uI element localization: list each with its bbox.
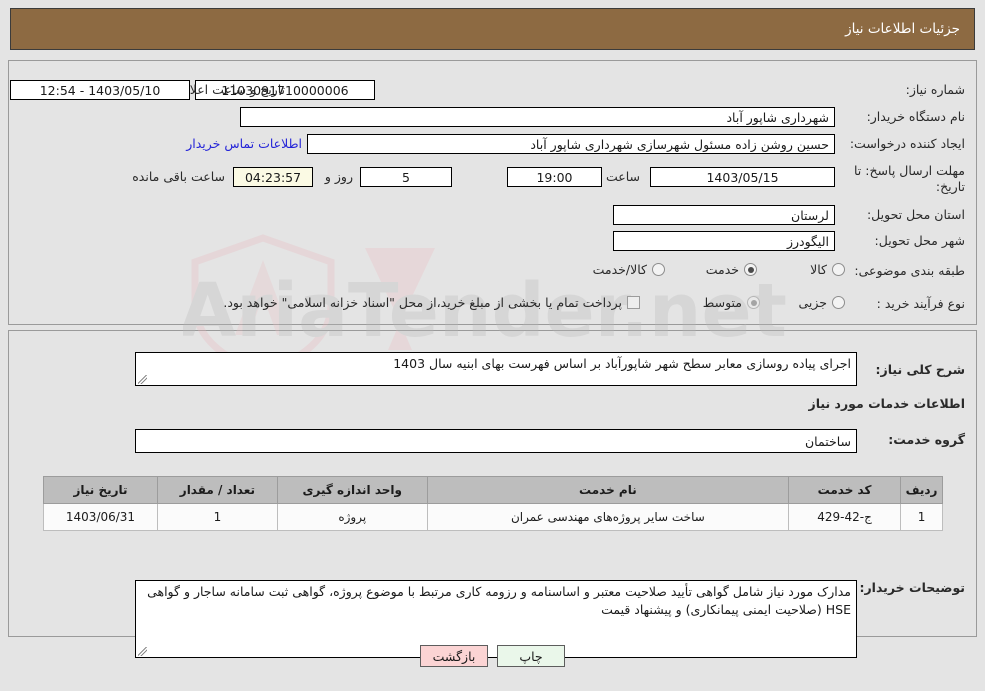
deadline-hour-label: ساعت xyxy=(605,169,640,184)
category-radio-kala-khedmat[interactable]: کالا/خدمت xyxy=(593,262,665,277)
cell-service-code: ج-42-429 xyxy=(788,503,902,531)
province-value: لرستان xyxy=(613,205,835,225)
radio-icon[interactable] xyxy=(832,296,845,309)
buyer-org-label: نام دستگاه خریدار: xyxy=(866,109,965,124)
process-radio-jozei[interactable]: جزیی xyxy=(798,295,845,310)
general-desc-textarea[interactable]: اجرای پیاده روسازی معابر سطح شهر شاپورآب… xyxy=(135,352,857,386)
buyer-org-value: شهرداری شاپور آباد xyxy=(240,107,835,127)
service-group-value[interactable]: ساختمان xyxy=(135,429,857,453)
radio-icon[interactable] xyxy=(744,263,757,276)
category-radio-khedmat[interactable]: خدمت xyxy=(706,262,757,277)
deadline-label: مهلت ارسال پاسخ: تا تاریخ: xyxy=(854,163,965,194)
radio-icon[interactable] xyxy=(652,263,665,276)
back-button[interactable]: بازگشت xyxy=(420,645,488,667)
table-col-radif: ردیف xyxy=(900,476,943,504)
cell-radif: 1 xyxy=(900,503,943,531)
services-table: ردیف کد خدمت نام خدمت واحد اندازه گیری ت… xyxy=(43,476,943,531)
radio-icon[interactable] xyxy=(832,263,845,276)
table-header-row: ردیف کد خدمت نام خدمت واحد اندازه گیری ت… xyxy=(43,476,943,504)
table-col-need-date: تاریخ نیاز xyxy=(43,476,158,504)
remaining-days-value: 5 xyxy=(360,167,452,187)
countdown-value: 04:23:57 xyxy=(233,167,313,187)
page-header: جزئیات اطلاعات نیاز xyxy=(10,8,975,50)
cell-unit: پروژه xyxy=(276,503,428,531)
page-title: جزئیات اطلاعات نیاز xyxy=(845,21,960,37)
category-label: طبقه بندی موضوعی: xyxy=(854,263,965,278)
table-col-quantity: تعداد / مقدار xyxy=(156,476,278,504)
need-number-label: شماره نیاز: xyxy=(905,82,965,97)
category-option-label: کالا xyxy=(810,262,827,277)
print-button[interactable]: چاپ xyxy=(497,645,565,667)
province-label: استان محل تحویل: xyxy=(866,207,965,222)
remaining-days-label: روز و xyxy=(324,169,353,184)
process-option-label: متوسط xyxy=(702,295,742,310)
table-row: 1 ج-42-429 ساخت سایر پروژه‌های مهندسی عم… xyxy=(43,503,943,531)
service-group-label: گروه خدمت: xyxy=(888,432,965,447)
remaining-hours-label: ساعت باقی مانده xyxy=(132,169,225,184)
action-button-bar: چاپ بازگشت xyxy=(0,645,985,667)
services-section-title: اطلاعات خدمات مورد نیاز xyxy=(808,396,966,411)
process-label: نوع فرآیند خرید : xyxy=(876,296,965,311)
radio-icon[interactable] xyxy=(747,296,760,309)
cell-service-name: ساخت سایر پروژه‌های مهندسی عمران xyxy=(426,503,790,531)
treasury-checkbox[interactable]: پرداخت تمام یا بخشی از مبلغ خرید،از محل … xyxy=(223,295,640,310)
buyer-contact-link[interactable]: اطلاعات تماس خریدار xyxy=(186,136,302,151)
announce-datetime-value: 1403/05/10 - 12:54 xyxy=(10,80,190,100)
cell-need-date: 1403/06/31 xyxy=(43,503,158,531)
deadline-time-value: 19:00 xyxy=(507,167,602,187)
requester-value: حسین روشن زاده مسئول شهرسازی شهرداری شاپ… xyxy=(307,134,835,154)
city-value: الیگودرز xyxy=(613,231,835,251)
cell-quantity: 1 xyxy=(156,503,278,531)
process-radio-motevaset[interactable]: متوسط xyxy=(703,295,760,310)
table-col-service-name: نام خدمت xyxy=(426,476,790,504)
general-desc-label: شرح کلی نیاز: xyxy=(875,362,965,377)
requester-label: ایجاد کننده درخواست: xyxy=(849,136,965,151)
table-col-service-code: کد خدمت xyxy=(788,476,902,504)
category-radio-kala[interactable]: کالا xyxy=(810,262,845,277)
page-root: جزئیات اطلاعات نیاز AriaTender.net شماره… xyxy=(0,0,985,691)
process-option-label: جزیی xyxy=(798,295,827,310)
treasury-checkbox-label: پرداخت تمام یا بخشی از مبلغ خرید،از محل … xyxy=(223,295,622,310)
buyer-notes-label: توضیحات خریدار: xyxy=(859,580,965,595)
table-col-unit: واحد اندازه گیری xyxy=(276,476,428,504)
category-option-label: خدمت xyxy=(705,262,739,277)
checkbox-icon[interactable] xyxy=(627,296,640,309)
city-label: شهر محل تحویل: xyxy=(874,233,965,248)
deadline-date-value: 1403/05/15 xyxy=(650,167,835,187)
category-option-label: کالا/خدمت xyxy=(592,262,647,277)
